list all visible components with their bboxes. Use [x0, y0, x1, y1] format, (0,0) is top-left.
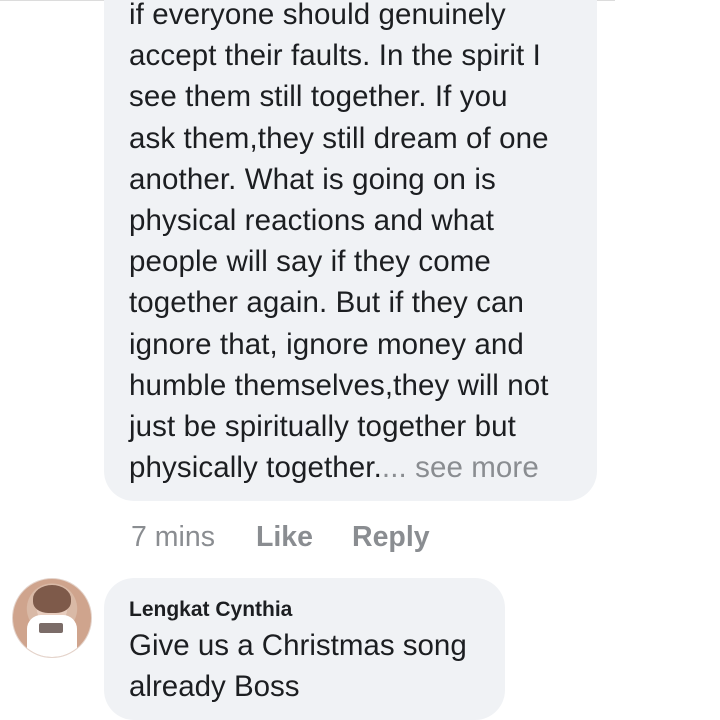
comment-line: another. What is going on is — [129, 162, 496, 196]
comment-text: Give us a Christmas song already Boss — [129, 625, 505, 707]
avatar-shirt — [27, 615, 77, 657]
comment-line: together again. But if they can — [129, 286, 525, 320]
comment-line: ignore that, ignore money and — [129, 327, 524, 361]
comment-actions: 7 mins Like Reply — [131, 517, 430, 557]
comment-bubble: if everyone should genuinely accept thei… — [104, 0, 597, 501]
see-more-link[interactable]: ... see more — [382, 451, 539, 484]
like-button[interactable]: Like — [256, 521, 313, 554]
comment-line: see them still together. If you — [129, 80, 508, 114]
avatar-shirt-print — [39, 623, 63, 633]
comment-line-text: physically together. — [129, 451, 382, 485]
comment-line: if everyone should genuinely — [129, 0, 506, 31]
comment-line: just be spiritually together but — [129, 410, 516, 444]
comment-text: if everyone should genuinely accept thei… — [129, 0, 597, 488]
avatar[interactable] — [12, 578, 92, 658]
avatar-hair — [33, 585, 71, 613]
comment-line: humble themselves,they will not — [129, 368, 549, 402]
comment-last-line: physically together.... see more — [129, 447, 597, 488]
reply-button[interactable]: Reply — [352, 521, 430, 554]
comment-line: physical reactions and what — [129, 204, 495, 238]
comment-timestamp[interactable]: 7 mins — [131, 521, 215, 554]
comment-line: accept their faults. In the spirit I — [129, 39, 541, 73]
comment-author[interactable]: Lengkat Cynthia — [129, 597, 505, 623]
comment-line: people will say if they come — [129, 245, 491, 279]
comment-bubble-reply: Lengkat Cynthia Give us a Christmas song… — [104, 578, 505, 720]
comment-line: ask them,they still dream of one — [129, 121, 549, 155]
comment-line: already Boss — [129, 670, 300, 703]
comment-line: Give us a Christmas song — [129, 629, 467, 662]
